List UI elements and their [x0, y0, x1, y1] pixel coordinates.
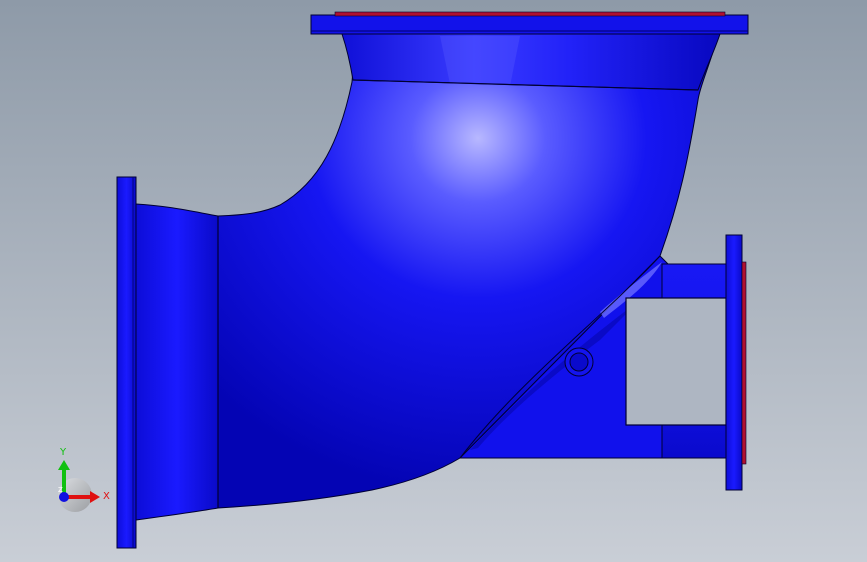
inspection-opening[interactable] [625, 297, 727, 426]
drain-boss[interactable] [564, 347, 594, 377]
viewport-canvas[interactable]: Y X Z [0, 0, 867, 562]
side-flange-face [741, 261, 747, 465]
top-cone-highlight [440, 36, 520, 86]
graphics-viewport[interactable]: Y X Z [0, 0, 867, 562]
left-reducer-cone[interactable] [135, 203, 219, 521]
y-axis-label: Y [59, 447, 67, 458]
x-axis-label: X [103, 491, 110, 502]
z-axis-label: Z [58, 486, 63, 494]
side-flange[interactable] [725, 234, 743, 491]
top-flange-face [334, 11, 726, 17]
